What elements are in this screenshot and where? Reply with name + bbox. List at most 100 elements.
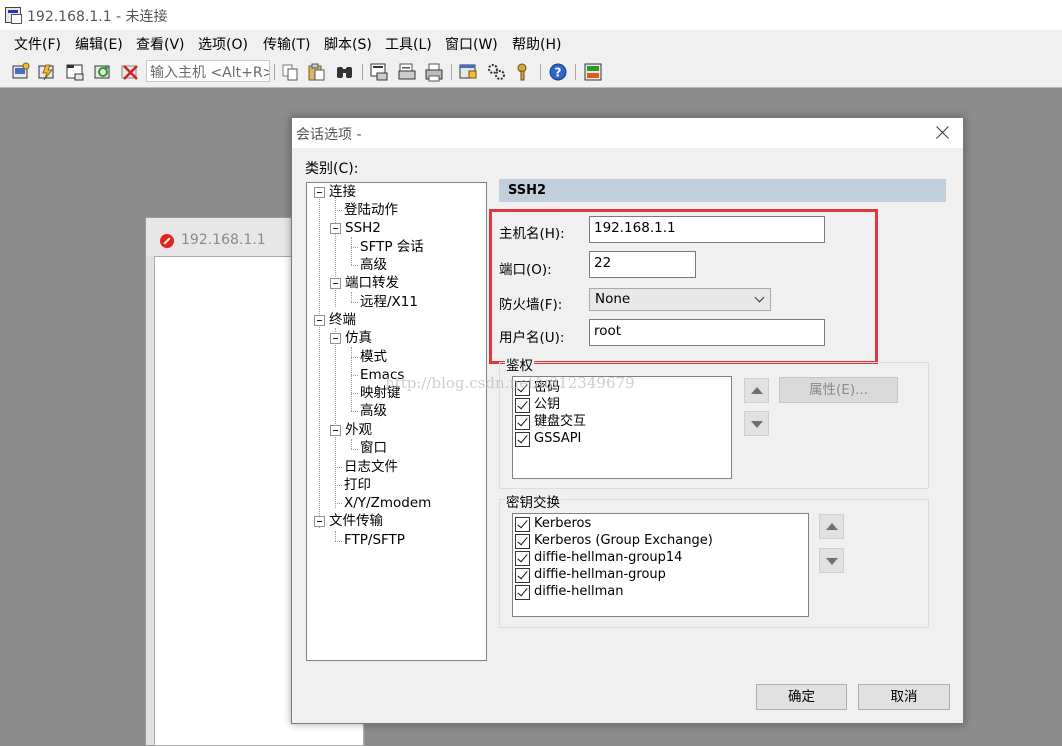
toolbar-separator	[540, 64, 541, 80]
collapse-icon[interactable]	[330, 333, 341, 344]
tree-item-modes[interactable]: 模式	[360, 348, 387, 366]
collapse-icon[interactable]	[314, 315, 325, 326]
auth-group-label: 鉴权	[505, 354, 534, 374]
checkbox[interactable]	[515, 551, 530, 566]
ok-button[interactable]: 确定	[756, 684, 847, 710]
find-icon[interactable]	[335, 62, 355, 82]
collapse-icon[interactable]	[314, 516, 325, 527]
tree-item-printing[interactable]: 打印	[344, 476, 371, 494]
keymap-icon[interactable]	[513, 62, 533, 82]
tree-item-emulation-advanced[interactable]: 高级	[360, 402, 387, 420]
menu-tools[interactable]: 工具(L)	[385, 34, 432, 54]
properties-button[interactable]: 属性(E)...	[779, 377, 898, 403]
print-setup-icon[interactable]	[369, 62, 389, 82]
cancel-button[interactable]: 取消	[858, 684, 950, 710]
arrow-up-icon	[826, 523, 838, 530]
connect-icon[interactable]	[11, 62, 31, 82]
global-options-icon[interactable]	[486, 62, 506, 82]
print-selection-icon[interactable]	[397, 62, 417, 82]
tree-item-xyzmodem[interactable]: X/Y/Zmodem	[344, 494, 431, 512]
toolbar-separator	[451, 64, 452, 80]
collapse-icon[interactable]	[330, 425, 341, 436]
kex-group-label: 密钥交换	[505, 491, 561, 511]
checkbox[interactable]	[515, 432, 530, 447]
print-icon[interactable]	[424, 62, 444, 82]
menu-transfer[interactable]: 传输(T)	[263, 34, 310, 54]
checkbox[interactable]	[515, 585, 530, 600]
tree-item-remote-x11[interactable]: 远程/X11	[360, 293, 418, 311]
tree-line	[351, 302, 358, 303]
tree-line	[351, 393, 358, 394]
menu-view[interactable]: 查看(V)	[136, 34, 185, 54]
tree-line	[351, 411, 358, 412]
tree-line	[335, 467, 342, 468]
menu-options[interactable]: 选项(O)	[198, 34, 248, 54]
tree-line	[319, 197, 320, 528]
session-options-icon[interactable]	[458, 62, 478, 82]
move-down-button[interactable]	[744, 411, 769, 436]
checkbox[interactable]	[515, 415, 530, 430]
toolbar: 输入主机 <Alt+R> ?	[0, 56, 1062, 88]
title-bar: 192.168.1.1 - 未连接	[0, 0, 1062, 30]
kex-move-up-button[interactable]	[819, 514, 844, 539]
tree-item-window[interactable]: 窗口	[360, 439, 387, 457]
auth-list[interactable]: 密码 公钥 键盘交互 GSSAPI	[512, 376, 732, 479]
tree-line	[335, 328, 336, 508]
tree-line	[335, 485, 342, 486]
tree-line	[351, 247, 358, 248]
paste-icon[interactable]	[307, 62, 327, 82]
collapse-icon[interactable]	[330, 223, 341, 234]
toolbar-separator	[274, 64, 275, 80]
help-icon[interactable]: ?	[548, 62, 568, 82]
tree-item-sftp-session[interactable]: SFTP 会话	[360, 238, 424, 256]
kex-list[interactable]: Kerberos Kerberos (Group Exchange) diffi…	[512, 513, 809, 617]
disconnected-icon	[160, 234, 174, 248]
highlight-box	[489, 209, 878, 364]
menu-file[interactable]: 文件(F)	[14, 34, 61, 54]
move-up-button[interactable]	[744, 378, 769, 403]
menu-edit[interactable]: 编辑(E)	[75, 34, 123, 54]
collapse-icon[interactable]	[314, 187, 325, 198]
tree-line	[351, 449, 358, 450]
quick-connect-icon[interactable]	[37, 62, 57, 82]
tree-item-ssh2-advanced[interactable]: 高级	[360, 256, 387, 274]
tree-item-mapped-keys[interactable]: 映射键	[360, 384, 401, 402]
app-icon	[5, 7, 22, 24]
checkbox[interactable]	[515, 381, 530, 396]
checkbox[interactable]	[515, 534, 530, 549]
arrow-down-icon	[751, 421, 763, 428]
kex-move-down-button[interactable]	[819, 548, 844, 573]
checkbox[interactable]	[515, 517, 530, 532]
tree-line	[351, 237, 352, 265]
disconnect-icon[interactable]	[120, 62, 140, 82]
host-input[interactable]: 输入主机 <Alt+R>	[146, 60, 270, 82]
checkbox[interactable]	[515, 568, 530, 583]
copy-icon[interactable]	[280, 62, 300, 82]
reconnect-icon[interactable]	[93, 62, 113, 82]
tree-item-ftp-sftp[interactable]: FTP/SFTP	[344, 531, 405, 549]
connect-in-tab-icon[interactable]	[65, 62, 85, 82]
toolbar-separator	[362, 64, 363, 80]
tree-item-log-file[interactable]: 日志文件	[344, 458, 398, 476]
close-icon[interactable]	[932, 122, 954, 144]
tree-line	[335, 531, 336, 541]
menu-script[interactable]: 脚本(S)	[324, 34, 372, 54]
tree-line	[351, 375, 358, 376]
menu-window[interactable]: 窗口(W)	[445, 34, 498, 54]
panel-title: SSH2	[499, 179, 946, 202]
sftp-icon[interactable]	[583, 62, 603, 82]
session-tab-title: 192.168.1.1	[181, 232, 266, 248]
category-tree[interactable]: 连接 登陆动作 SSH2 SFTP 会话 高级 端口转发 远程/X11 终端 仿…	[306, 182, 487, 661]
tree-item-login-actions[interactable]: 登陆动作	[344, 201, 398, 219]
tree-line	[335, 210, 342, 211]
window-title: 192.168.1.1 - 未连接	[27, 9, 168, 25]
tree-line	[335, 197, 336, 307]
menu-help[interactable]: 帮助(H)	[512, 34, 561, 54]
dialog-title: 会话选项 -	[296, 127, 362, 143]
svg-text:?: ?	[555, 66, 562, 80]
checkbox[interactable]	[515, 398, 530, 413]
tree-item-emacs[interactable]: Emacs	[360, 366, 404, 384]
category-label: 类别(C):	[305, 161, 359, 177]
collapse-icon[interactable]	[330, 278, 341, 289]
tree-line	[351, 357, 358, 358]
